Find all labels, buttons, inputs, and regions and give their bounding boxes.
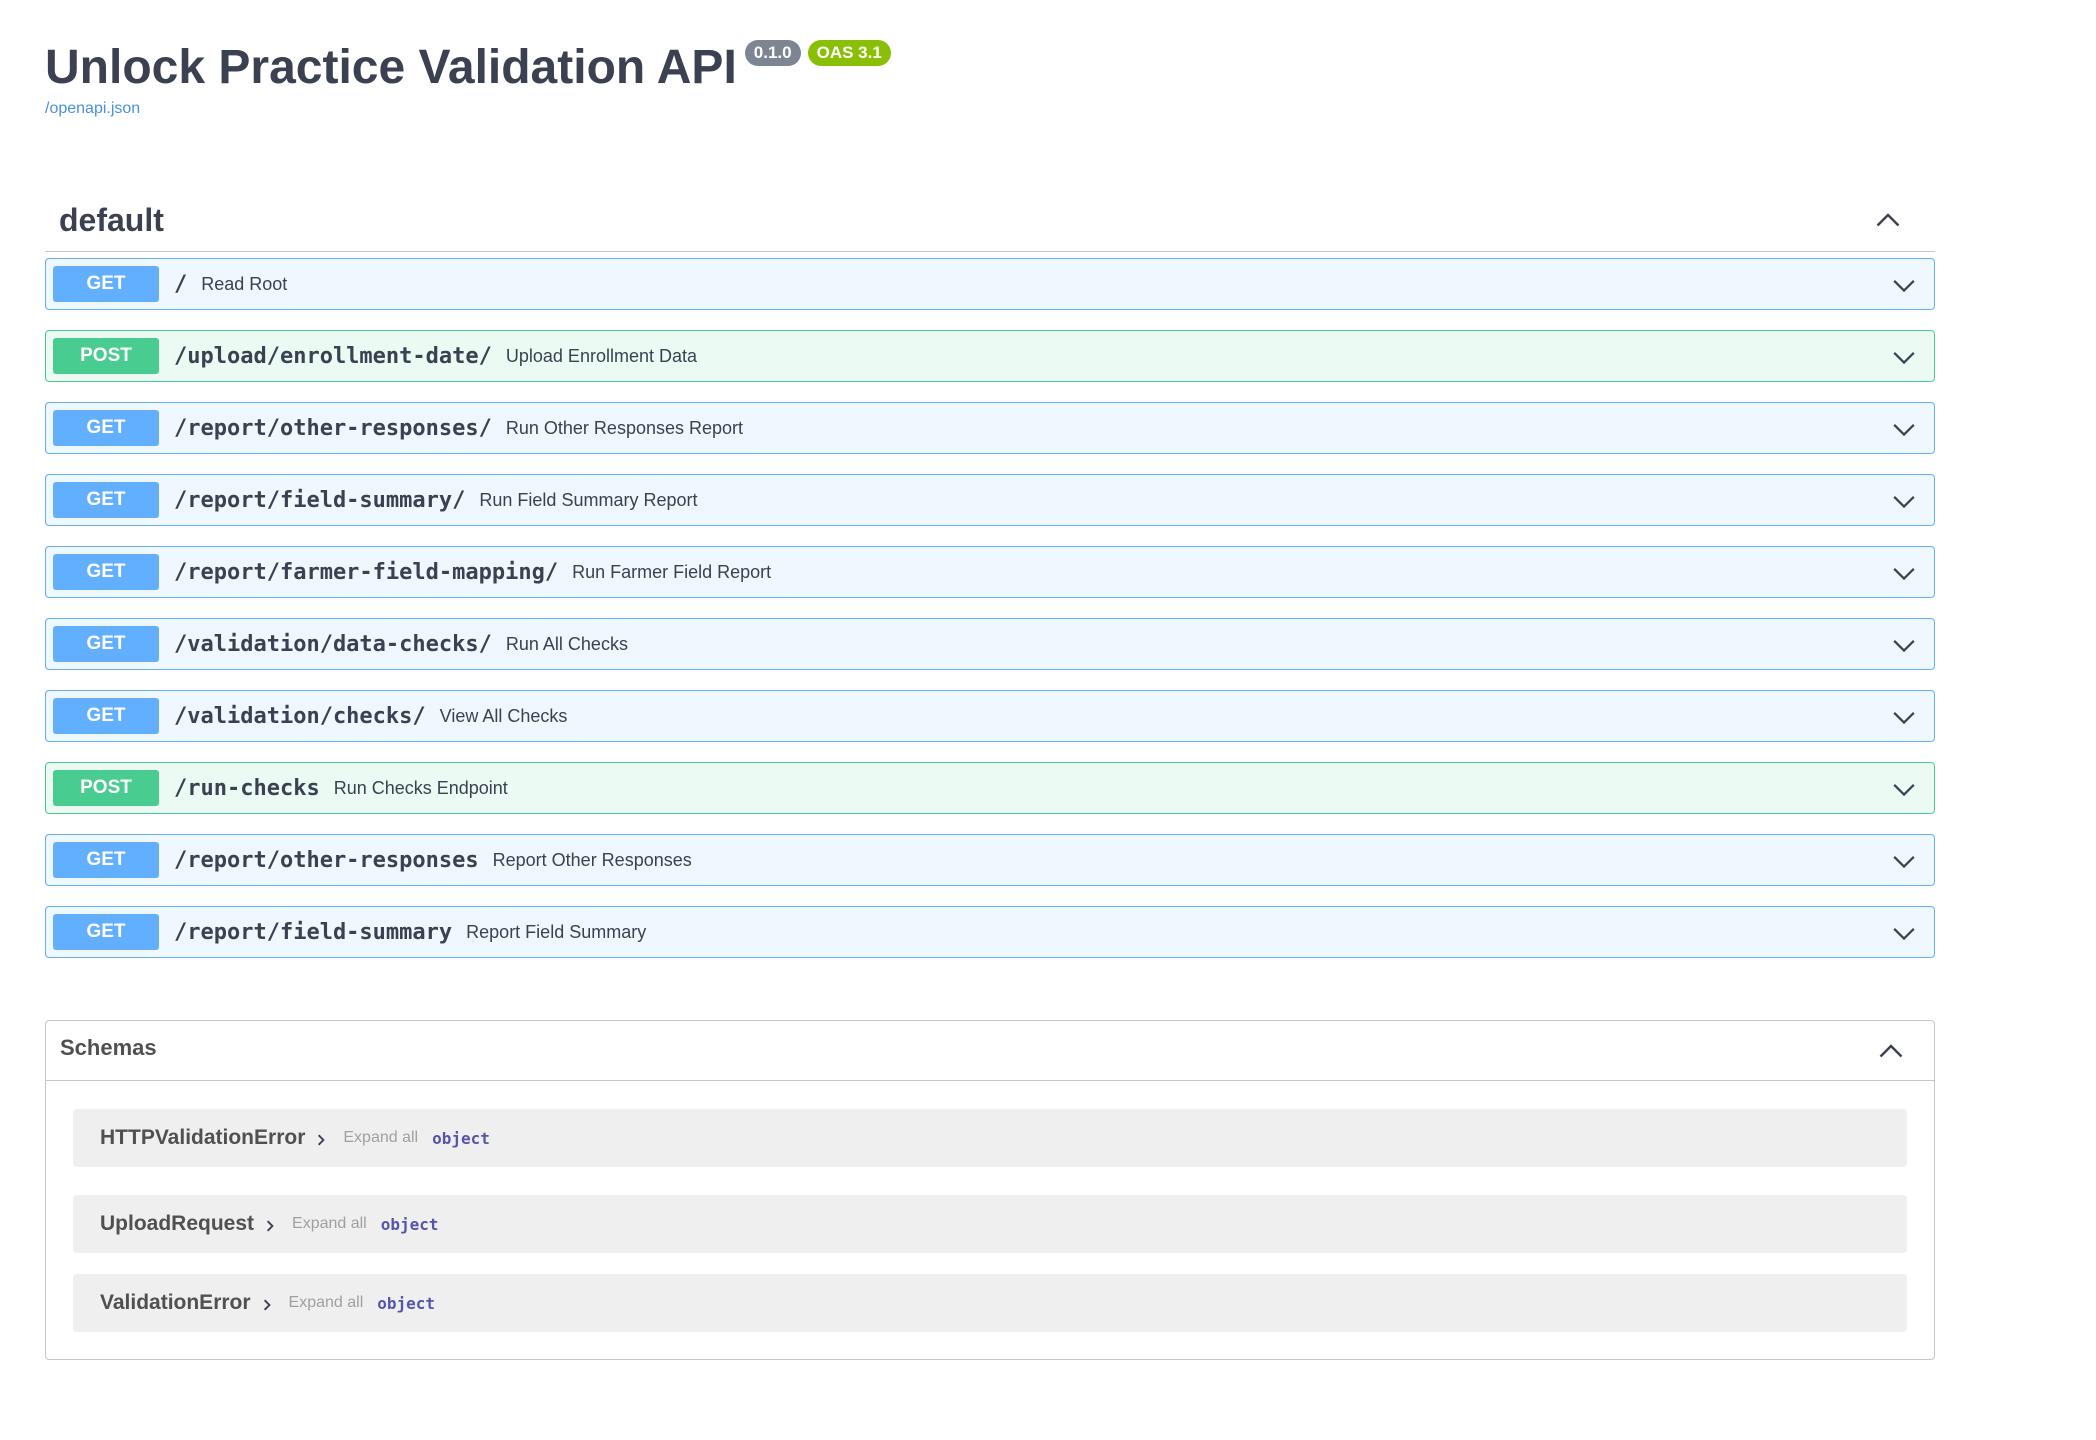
openapi-json-link[interactable]: /openapi.json <box>45 100 140 118</box>
chevron-up-icon[interactable] <box>1876 1037 1906 1067</box>
operation-path: /run-checks <box>174 775 320 801</box>
chevron-right-icon[interactable] <box>259 1297 275 1313</box>
operation-path: /report/field-summary/ <box>174 487 466 513</box>
method-badge: POST <box>53 770 159 806</box>
chevron-right-icon[interactable] <box>262 1218 278 1234</box>
operation-path: /report/other-responses/ <box>174 415 492 441</box>
schemas-section: Schemas HTTPValidationError Expand all o… <box>45 1020 1935 1360</box>
chevron-down-icon[interactable] <box>1890 631 1918 659</box>
operation-get-report-farmer-field-mapping[interactable]: GET /report/farmer-field-mapping/Run Far… <box>45 546 1935 598</box>
operation-get-report-other-responses-2[interactable]: GET /report/other-responses Report Other … <box>45 834 1935 886</box>
operation-get-validation-data-checks[interactable]: GET /validation/data-checks/Run All Chec… <box>45 618 1935 670</box>
expand-all-button[interactable]: Expand all <box>289 1294 364 1312</box>
version-badge: 0.1.0 <box>744 40 801 66</box>
chevron-down-icon[interactable] <box>1890 343 1918 371</box>
tag-name: default <box>59 202 164 238</box>
chevron-down-icon[interactable] <box>1890 487 1918 515</box>
method-badge: GET <box>53 842 159 878</box>
schemas-header[interactable]: Schemas <box>46 1021 1934 1081</box>
chevron-down-icon[interactable] <box>1890 559 1918 587</box>
method-badge: GET <box>53 410 159 446</box>
operation-summary: Read Root <box>201 273 288 294</box>
schema-model-httpvalidationerror[interactable]: HTTPValidationError Expand all object <box>73 1109 1907 1167</box>
expand-all-button[interactable]: Expand all <box>343 1129 418 1147</box>
chevron-up-icon[interactable] <box>1873 206 1903 236</box>
method-badge: GET <box>53 266 159 302</box>
method-badge: GET <box>53 554 159 590</box>
schema-model-uploadrequest[interactable]: UploadRequest Expand all object <box>73 1195 1907 1253</box>
model-type: object <box>380 1214 439 1234</box>
method-badge: GET <box>53 482 159 518</box>
model-name[interactable]: ValidationError <box>100 1291 251 1315</box>
model-type: object <box>432 1128 490 1148</box>
operation-get-report-field-summary[interactable]: GET /report/field-summary/Run Field Summ… <box>45 474 1935 526</box>
chevron-down-icon[interactable] <box>1890 847 1918 875</box>
operation-summary: Run Other Responses Report <box>505 417 744 438</box>
method-badge: GET <box>53 698 159 734</box>
operation-get-report-field-summary-2[interactable]: GET /report/field-summary Report Field Su… <box>45 906 1935 958</box>
operation-summary: Run Field Summary Report <box>479 489 698 510</box>
operation-path: /report/farmer-field-mapping/ <box>174 559 559 585</box>
operation-summary: Run Checks Endpoint <box>333 777 508 798</box>
operation-summary: Run All Checks <box>505 633 628 654</box>
model-name[interactable]: HTTPValidationError <box>100 1126 305 1150</box>
chevron-down-icon[interactable] <box>1890 775 1918 803</box>
operation-summary: Run Farmer Field Report <box>572 561 772 582</box>
method-badge: POST <box>53 338 159 374</box>
api-title: Unlock Practice Validation API <box>45 41 737 94</box>
operation-get-report-other-responses[interactable]: GET /report/other-responses/Run Other Re… <box>45 402 1935 454</box>
operation-path: /validation/data-checks/ <box>174 631 492 657</box>
operation-get-root[interactable]: GET / Read Root <box>45 258 1935 310</box>
schema-model-validationerror[interactable]: ValidationError Expand all object <box>73 1274 1907 1332</box>
expand-all-button[interactable]: Expand all <box>292 1215 367 1233</box>
operation-path: /report/field-summary <box>174 919 453 945</box>
operation-summary: Report Field Summary <box>466 921 647 942</box>
operation-path: /validation/checks/ <box>174 703 426 729</box>
operation-path: /upload/enrollment-date/ <box>174 343 492 369</box>
operations-list: GET / Read Root POST /upload/enrollment-d… <box>45 258 1935 978</box>
operation-post-upload-enrollment-date[interactable]: POST /upload/enrollment-date/Upload Enro… <box>45 330 1935 382</box>
method-badge: GET <box>53 914 159 950</box>
operation-path: / <box>174 271 188 297</box>
schemas-title: Schemas <box>60 1035 157 1060</box>
tag-section-header[interactable]: default <box>45 190 1935 252</box>
operation-summary: Upload Enrollment Data <box>505 345 697 366</box>
operation-path: /report/other-responses <box>174 847 479 873</box>
operation-summary: View All Checks <box>439 705 568 726</box>
chevron-right-icon[interactable] <box>313 1132 329 1148</box>
operation-summary: Report Other Responses <box>492 849 692 870</box>
chevron-down-icon[interactable] <box>1890 271 1918 299</box>
operation-get-validation-checks[interactable]: GET /validation/checks/View All Checks <box>45 690 1935 742</box>
model-type: object <box>377 1293 436 1313</box>
method-badge: GET <box>53 626 159 662</box>
info-header: Unlock Practice Validation API 0.1.0 OAS… <box>45 38 891 98</box>
model-name[interactable]: UploadRequest <box>100 1212 254 1236</box>
chevron-down-icon[interactable] <box>1890 703 1918 731</box>
chevron-down-icon[interactable] <box>1890 415 1918 443</box>
operation-post-run-checks[interactable]: POST /run-checks Run Checks Endpoint <box>45 762 1935 814</box>
oas-badge: OAS 3.1 <box>807 40 891 66</box>
chevron-down-icon[interactable] <box>1890 919 1918 947</box>
